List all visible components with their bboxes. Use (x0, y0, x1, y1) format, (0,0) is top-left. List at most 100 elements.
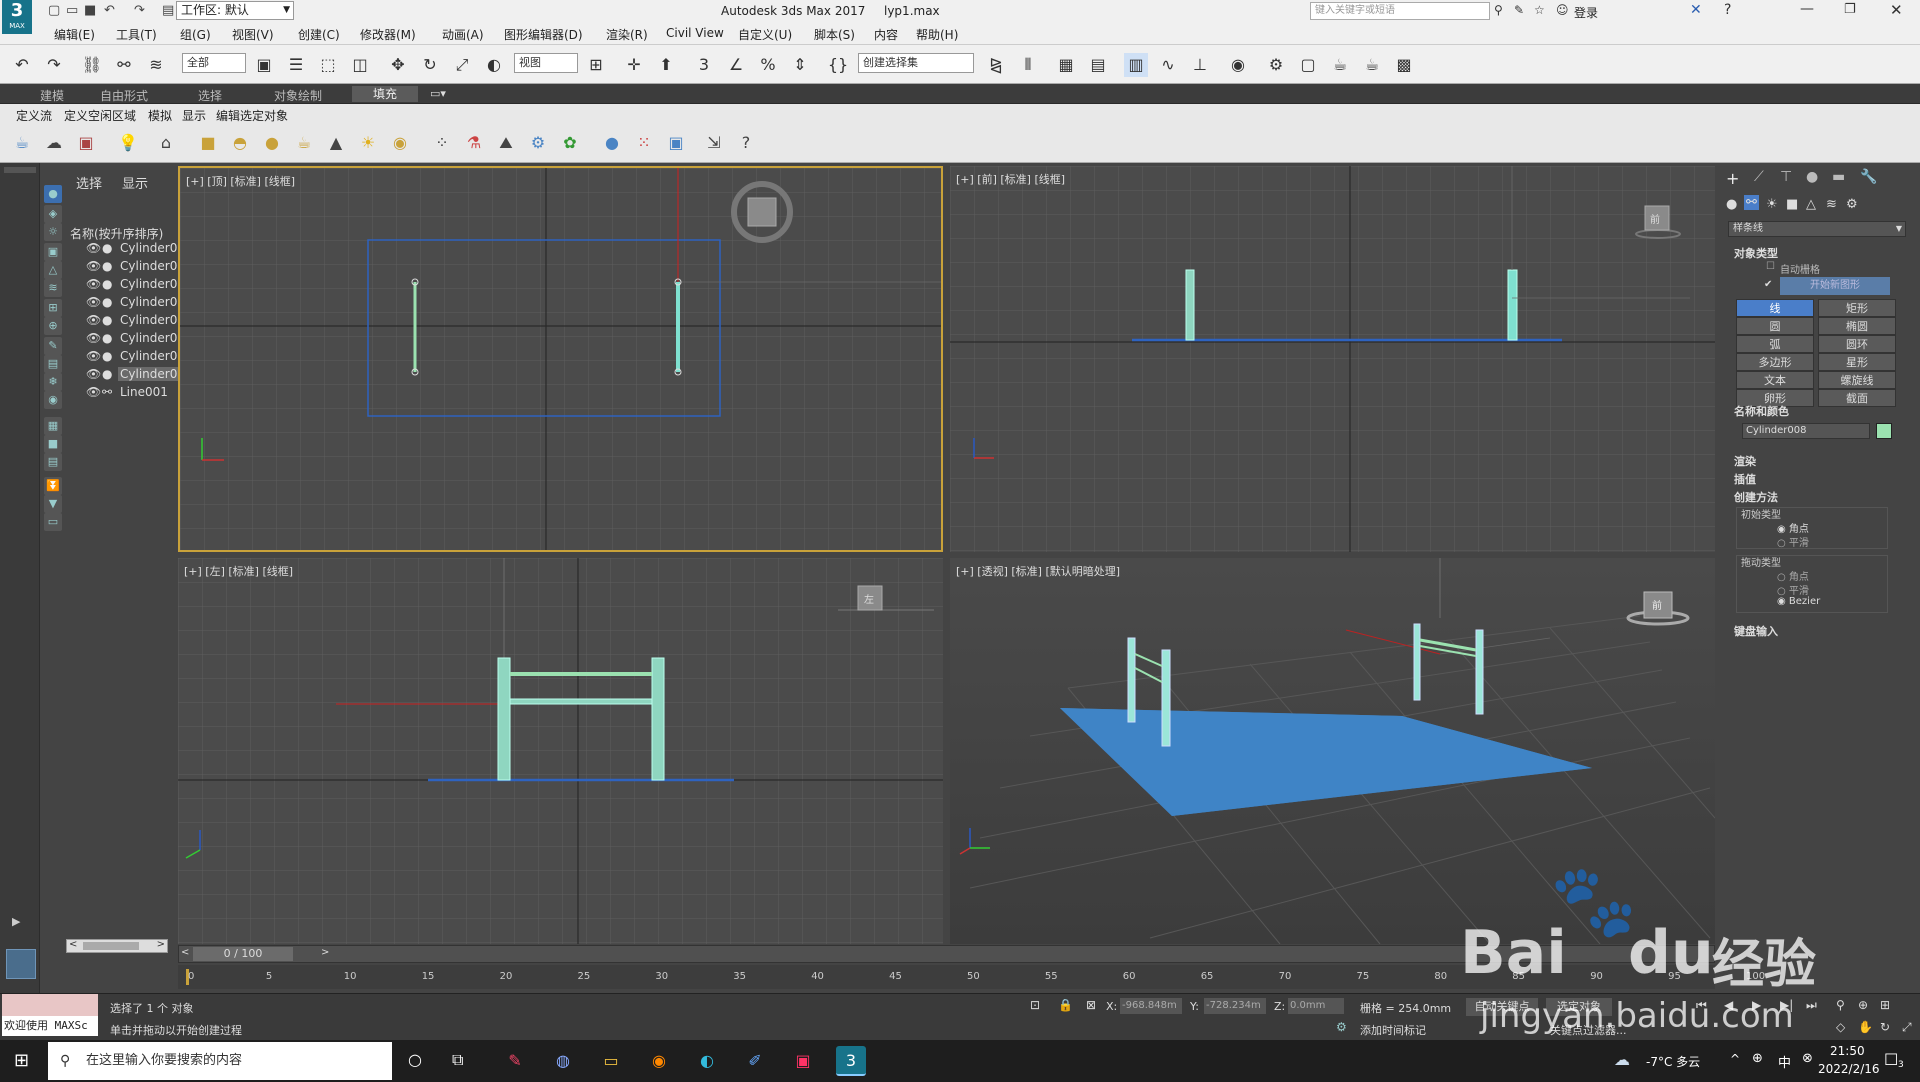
undo-icon[interactable]: ↶ (104, 3, 115, 18)
layer-icon[interactable]: ▦ (44, 417, 62, 435)
toggle-ribbon-icon[interactable]: ▤ (1086, 53, 1110, 77)
tab-freeform[interactable]: 自由形式 (100, 87, 148, 104)
explorer-tab-select[interactable]: 选择 (76, 173, 102, 192)
list-icon[interactable]: ▤ (44, 453, 62, 471)
menu-modifiers[interactable]: 修改器(M) (360, 26, 416, 43)
camera-icon[interactable]: ⌂ (154, 131, 178, 155)
viewport-front-label[interactable]: [+] [前] [标准] [线框] (956, 171, 1065, 187)
spinner-snap-icon[interactable]: ⇕ (788, 53, 812, 77)
scene-explorer-icon[interactable]: ▥ (1124, 53, 1148, 77)
menu-rendering[interactable]: 渲染(R) (606, 26, 648, 43)
tab-modeling[interactable]: 建模 (40, 87, 64, 104)
viewport-left-label[interactable]: [+] [左] [标准] [线框] (184, 563, 293, 579)
redo-icon[interactable]: ↷ (42, 53, 66, 77)
render-icon[interactable]: ▣ (664, 131, 688, 155)
sync-icon[interactable]: ⊗ (1802, 1051, 1813, 1066)
dynamics-icon[interactable]: ⚗ (462, 131, 486, 155)
zoom-extents-icon[interactable]: ⊞ (1880, 998, 1890, 1012)
maxscript-input[interactable]: 欢迎使用 MAXSc (2, 1016, 98, 1036)
menu-edit[interactable]: 编辑(E) (54, 26, 95, 43)
rect-selection-icon[interactable]: ⬚ (316, 53, 340, 77)
display-containers-icon[interactable]: ▤ (44, 355, 62, 373)
eye-icon[interactable]: 👁 (86, 277, 101, 291)
curve-editor-icon[interactable]: ∿ (1156, 53, 1180, 77)
skylight-icon[interactable]: ◉ (388, 131, 412, 155)
helpers-icon[interactable]: △ (1806, 197, 1816, 212)
define-flows[interactable]: 定义流 (16, 107, 52, 124)
add-time-tag-icon[interactable]: ⚙ (1336, 1020, 1347, 1034)
expand-arrow-icon[interactable]: ▶ (12, 915, 20, 928)
help-circle-icon[interactable]: ? (734, 131, 758, 155)
viewport-top[interactable]: [+] [顶] [标准] [线框] (178, 166, 943, 552)
zoom-icon[interactable]: ⚲ (1836, 998, 1845, 1012)
eye-icon[interactable]: 👁 (86, 313, 101, 327)
time-slider-thumb[interactable]: 0 / 100 (193, 947, 293, 961)
network-icon[interactable]: ⊕ (1752, 1051, 1763, 1066)
login-button[interactable]: 登录 (1574, 4, 1598, 21)
tab-populate-active[interactable]: 填充 (352, 86, 418, 102)
media-app-icon[interactable]: ▣ (788, 1046, 818, 1076)
menu-customize[interactable]: 自定义(U) (738, 26, 792, 43)
menu-content[interactable]: 内容 (874, 26, 898, 43)
3dsmax-app-icon[interactable]: 3 (836, 1046, 866, 1076)
autogrid-checkbox[interactable]: ☐ (1766, 261, 1775, 272)
tab-selection[interactable]: 选择 (198, 87, 222, 104)
object-color-swatch[interactable] (1876, 423, 1892, 439)
select-by-name-icon[interactable]: ☰ (284, 53, 308, 77)
start-new-shape-checkbox[interactable]: ✔ (1764, 279, 1772, 290)
notification-icon[interactable]: ☐ (1884, 1050, 1898, 1069)
mirror-icon[interactable]: ⧎ (984, 53, 1008, 77)
edit-selected[interactable]: 编辑选定对象 (216, 107, 288, 124)
sun-icon[interactable]: ☀ (356, 131, 380, 155)
radio-smooth-drag[interactable]: ○ 平滑 (1777, 582, 1809, 597)
define-idle-areas[interactable]: 定义空闲区域 (64, 107, 136, 124)
box-icon[interactable]: ■ (196, 131, 220, 155)
rollout-interpolation[interactable]: 插值 (1734, 471, 1756, 487)
viewport-front[interactable]: 前 [+] [前] [标准] [线框] (950, 166, 1715, 552)
y-coord-field[interactable]: -728.234m (1204, 998, 1266, 1014)
display-lights-icon[interactable]: ☼ (44, 223, 62, 241)
shape-helix-button[interactable]: 螺旋线 (1818, 371, 1896, 389)
open-file-icon[interactable]: ▭ (66, 3, 78, 18)
align-icon[interactable]: ⫴ (1016, 53, 1040, 77)
menu-create[interactable]: 创建(C) (298, 26, 340, 43)
display-helpers-icon[interactable]: △ (44, 261, 62, 279)
menu-scripting[interactable]: 脚本(S) (814, 26, 855, 43)
menu-help[interactable]: 帮助(H) (916, 26, 958, 43)
layout-grid-icon[interactable] (6, 949, 36, 979)
shape-rectangle-button[interactable]: 矩形 (1818, 299, 1896, 317)
select-manipulate-icon[interactable]: ✛ (622, 53, 646, 77)
render-production-icon[interactable]: ☕ (1328, 53, 1352, 77)
schematic-view-icon[interactable]: ⊥ (1188, 53, 1212, 77)
scale-icon[interactable]: ⤢ (450, 53, 474, 77)
teapot-icon[interactable]: ☕ (10, 131, 34, 155)
menu-animation[interactable]: 动画(A) (442, 26, 484, 43)
teapot-gold-icon[interactable]: ☕ (292, 131, 316, 155)
project-folder-icon[interactable]: ▤ (162, 3, 174, 18)
firefox-app-icon[interactable]: ◉ (644, 1046, 674, 1076)
move-icon[interactable]: ✥ (386, 53, 410, 77)
display[interactable]: 显示 (182, 107, 206, 124)
explorer-column-header[interactable]: 名称(按升序排序) (70, 225, 163, 242)
eye-icon[interactable]: 👁 (86, 241, 101, 255)
rollout-keyboard-entry[interactable]: 键盘输入 (1734, 623, 1778, 639)
undo-icon[interactable]: ↶ (10, 53, 34, 77)
percent-snap-icon[interactable]: % (756, 53, 780, 77)
time-prev-icon[interactable]: < (181, 947, 189, 958)
add-time-tag[interactable]: 添加时间标记 (1360, 1022, 1426, 1038)
rollout-object-type[interactable]: 对象类型 (1734, 245, 1778, 261)
star-icon[interactable]: ☆ (1534, 3, 1545, 17)
folder-icon[interactable]: ▭ (44, 513, 62, 531)
sphere-icon[interactable]: ● (260, 131, 284, 155)
menu-tools[interactable]: 工具(T) (116, 26, 157, 43)
edge-app-icon[interactable]: ◐ (692, 1046, 722, 1076)
app-logo-icon[interactable]: 3 MAX (2, 0, 32, 34)
tab-object-paint[interactable]: 对象绘制 (274, 87, 322, 104)
render-setup-icon[interactable]: ⚙ (1264, 53, 1288, 77)
shape-arc-button[interactable]: 弧 (1736, 335, 1814, 353)
clock-date[interactable]: 2022/2/16 (1818, 1062, 1880, 1076)
object-name-field[interactable]: Cylinder008 (1742, 423, 1870, 439)
menu-graph-editors[interactable]: 图形编辑器(D) (504, 26, 583, 43)
z-coord-field[interactable]: 0.0mm (1288, 998, 1344, 1014)
menu-group[interactable]: 组(G) (180, 26, 211, 43)
